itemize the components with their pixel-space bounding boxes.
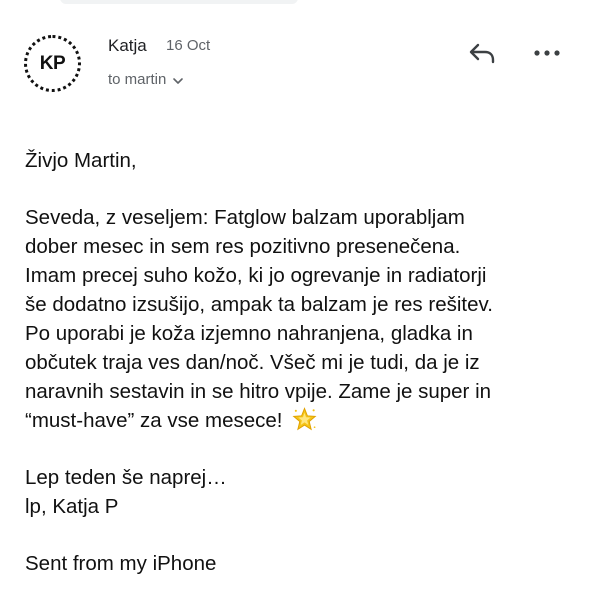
body-line: občutek traja ves dan/noč. Všeč mi je tu… xyxy=(25,351,480,374)
sent-date: 16 Oct xyxy=(166,37,211,54)
glowing-star-emoji-icon xyxy=(292,407,317,431)
sign-off-line: lp, Katja P xyxy=(25,495,119,518)
recipient-details-toggle[interactable]: to martin xyxy=(108,71,184,88)
reply-button[interactable] xyxy=(465,38,499,68)
chevron-down-icon xyxy=(173,77,184,84)
body-line: Imam precej suho kožo, ki jo ogrevanje i… xyxy=(25,264,487,287)
recipient-label: to martin xyxy=(108,71,167,88)
greeting-line: Živjo Martin, xyxy=(25,149,137,172)
more-horizontal-icon xyxy=(534,50,560,56)
body-line-last: “must-have” za vse mesece! xyxy=(25,406,580,435)
body-line: Po uporabi je koža izjemno nahranjena, g… xyxy=(25,322,473,345)
closing-line: Lep teden še naprej… xyxy=(25,466,227,489)
reply-arrow-icon xyxy=(469,43,495,64)
signature-line: Sent from my iPhone xyxy=(25,552,217,575)
body-line: naravnih sestavin in se hitro vpije. Zam… xyxy=(25,380,492,403)
sender-name[interactable]: Katja xyxy=(108,36,147,56)
more-options-button[interactable] xyxy=(530,38,564,68)
body-line: Seveda, z veseljem: Fatglow balzam upora… xyxy=(25,206,465,229)
body-line-text: “must-have” za vse mesece! xyxy=(25,409,283,432)
sender-avatar[interactable]: KP xyxy=(24,35,81,92)
avatar-initials: KP xyxy=(39,52,66,74)
body-line: še dodatno izsušijo, ampak ta balzam je … xyxy=(25,293,493,316)
message-body: Živjo Martin, Seveda, z veseljem: Fatglo… xyxy=(25,146,580,578)
body-line: dober mesec in sem res pozitivno presene… xyxy=(25,235,461,258)
message-header: KP Katja 16 Oct to martin xyxy=(0,0,590,110)
